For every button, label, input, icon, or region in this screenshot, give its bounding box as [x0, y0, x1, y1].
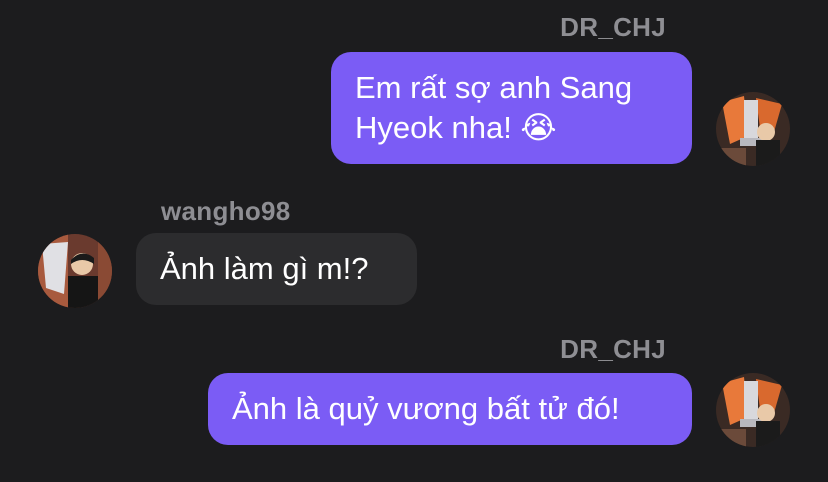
sender-name: wangho98: [161, 196, 291, 226]
message-text: Ảnh làm gì m!?: [160, 251, 369, 286]
trophy-player-avatar-icon: [716, 92, 790, 166]
trophy-player-avatar-icon: [716, 373, 790, 447]
player-avatar-icon: [38, 234, 112, 308]
message-text-line: Em rất sợ anh Sang: [355, 70, 633, 105]
sender-avatar[interactable]: [38, 234, 112, 308]
sender-name: DR_CHJ: [560, 334, 666, 364]
message-bubble[interactable]: Ảnh là quỷ vương bất tử đó!: [208, 373, 692, 445]
message-text: Ảnh là quỷ vương bất tử đó!: [232, 391, 620, 426]
message-bubble[interactable]: Em rất sợ anh Sang Hyeok nha! 😭: [331, 52, 692, 164]
sender-name: DR_CHJ: [560, 12, 666, 42]
message-bubble[interactable]: Ảnh làm gì m!?: [136, 233, 417, 305]
sender-avatar[interactable]: [716, 373, 790, 447]
message-text-line: Hyeok nha! 😭: [355, 110, 557, 145]
sender-avatar[interactable]: [716, 92, 790, 166]
